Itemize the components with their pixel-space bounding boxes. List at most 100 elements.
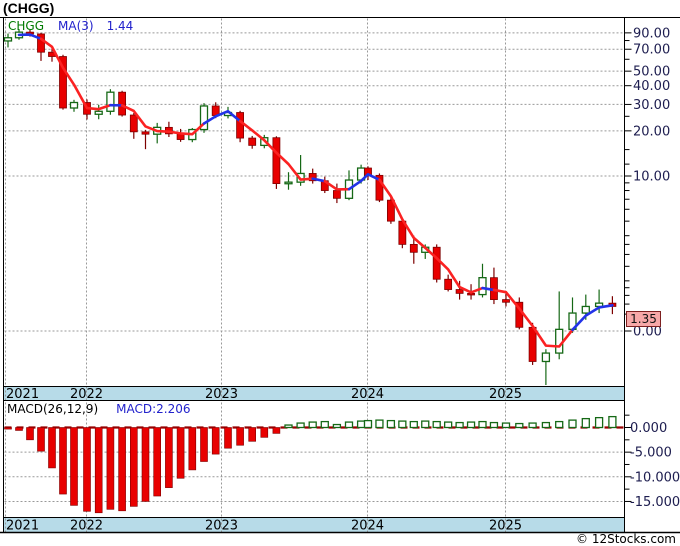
macd-bar-negative — [15, 427, 23, 431]
candle-up — [478, 277, 487, 296]
macd-bar-negative — [211, 427, 220, 455]
macd-bar-positive — [421, 420, 430, 429]
price-axis-label: 10.00 — [633, 170, 670, 185]
macd-bar-negative — [70, 427, 78, 506]
macd-bar-positive — [528, 422, 537, 429]
macd-bar-positive — [443, 421, 453, 429]
macd-bar-positive — [608, 415, 617, 429]
last-price-tag: 1.35 — [626, 311, 661, 327]
macd-bar-negative — [200, 427, 208, 462]
macd-bar-negative — [83, 427, 91, 512]
candle-down — [409, 243, 418, 253]
macd-bar-negative — [94, 427, 103, 514]
x-axis-year-label: 2023 — [205, 387, 238, 402]
candle-up — [106, 91, 115, 112]
candle-up — [284, 181, 293, 185]
price-axis-label: 40.00 — [633, 79, 670, 94]
macd-bar-negative — [48, 427, 56, 469]
ma-label: MA(3) — [58, 19, 94, 33]
macd-bar-positive — [489, 421, 499, 429]
macd-bar-negative — [130, 427, 138, 507]
x-axis-year-label: 2024 — [351, 387, 384, 402]
x-axis-year-label: 2021 — [6, 519, 39, 534]
candle-down — [432, 246, 441, 280]
candle-up — [555, 328, 564, 354]
macd-bar-positive — [466, 421, 476, 429]
copyright: © 12Stocks.com — [576, 532, 676, 546]
x-axis-year-label: 2024 — [351, 519, 384, 534]
x-axis-year-label: 2023 — [205, 519, 238, 534]
macd-bar-positive — [541, 421, 551, 429]
price-axis-label: 30.00 — [633, 98, 670, 113]
x-axis-year-label: 2025 — [489, 519, 522, 534]
x-axis-year-label: 2025 — [489, 387, 522, 402]
macd-axis-label: -5.000 — [630, 446, 672, 461]
candle-down — [455, 289, 464, 294]
candle-up — [581, 305, 590, 314]
macd-axis-label: 0.000 — [630, 421, 667, 436]
price-axis-label: 90.00 — [633, 26, 670, 41]
macd-bar-negative — [118, 427, 126, 512]
candle-down — [502, 299, 510, 303]
macd-bar-negative — [4, 427, 12, 430]
candle-up — [3, 37, 13, 42]
page-title: (CHGG) — [3, 0, 55, 16]
candle-up — [541, 352, 551, 363]
macd-axis-label: -10.000 — [630, 470, 680, 485]
macd-bar-positive — [356, 420, 366, 429]
price-axis-label: 20.00 — [633, 124, 670, 139]
macd-name-label: MACD(26,12,9) — [7, 402, 99, 416]
macd-bar-negative — [37, 427, 45, 452]
macd-bar-negative — [176, 427, 185, 479]
macd-bar-negative — [188, 427, 197, 471]
symbol-label: CHGG — [8, 19, 44, 33]
macd-bar-negative — [153, 427, 161, 497]
candle-down — [118, 91, 126, 116]
candle-down — [141, 131, 150, 135]
candle-down — [129, 114, 138, 133]
x-axis-year-label: 2022 — [70, 387, 103, 402]
macd-bar-positive — [581, 417, 590, 429]
candle-down — [332, 190, 341, 199]
macd-bar-positive — [501, 422, 511, 429]
macd-bar-negative — [59, 427, 67, 495]
ma-value: 1.44 — [106, 19, 134, 33]
candle-up — [94, 110, 103, 115]
macd-bar-negative — [165, 427, 173, 488]
macd-bar-negative — [260, 427, 269, 438]
macd-bar-positive — [594, 416, 604, 429]
price-axis-label: 50.00 — [633, 65, 670, 80]
candle-down — [272, 137, 281, 184]
candle-down — [444, 278, 453, 290]
macd-bar-positive — [515, 422, 524, 429]
macd-bar-negative — [106, 427, 115, 510]
chart-canvas: 90.00 70.00 50.0040.00 30.00 20.00 10.00 0.000… — [0, 0, 680, 546]
main-chart-legend: CHGG MA(3) 1.44 — [8, 19, 133, 33]
price-axis-label: 70.00 — [633, 43, 670, 58]
candle-down — [248, 137, 257, 146]
macd-bar-positive — [432, 420, 441, 429]
macd-bar-positive — [332, 423, 342, 429]
macd-bar-positive — [296, 422, 305, 429]
ma-line-rising — [481, 286, 496, 292]
candle-down — [236, 112, 245, 139]
macd-bar-positive — [386, 419, 396, 429]
macd-bar-negative — [224, 427, 232, 449]
macd-bar-negative — [248, 427, 256, 442]
macd-bar-positive — [363, 419, 373, 429]
candle-down — [528, 326, 537, 362]
macd-bar-positive — [555, 420, 564, 429]
stock-chart-widget: 90.00 70.00 50.00 40.00 30.00 20.00 10.00 0.00 0… — [0, 0, 680, 546]
macd-bar-positive — [284, 424, 293, 429]
macd-bar-positive — [455, 421, 464, 429]
macd-bar-positive — [568, 419, 577, 429]
macd-bar-positive — [409, 420, 418, 429]
macd-axis-label: -15.000 — [630, 495, 680, 510]
macd-bar-positive — [398, 420, 407, 429]
x-axis-year-label: 2021 — [6, 387, 39, 402]
macd-bar-positive — [308, 421, 317, 429]
macd-bar-positive — [320, 420, 329, 429]
macd-bar-negative — [141, 427, 150, 502]
macd-bar-positive — [478, 420, 487, 429]
macd-bar-negative — [26, 427, 34, 441]
